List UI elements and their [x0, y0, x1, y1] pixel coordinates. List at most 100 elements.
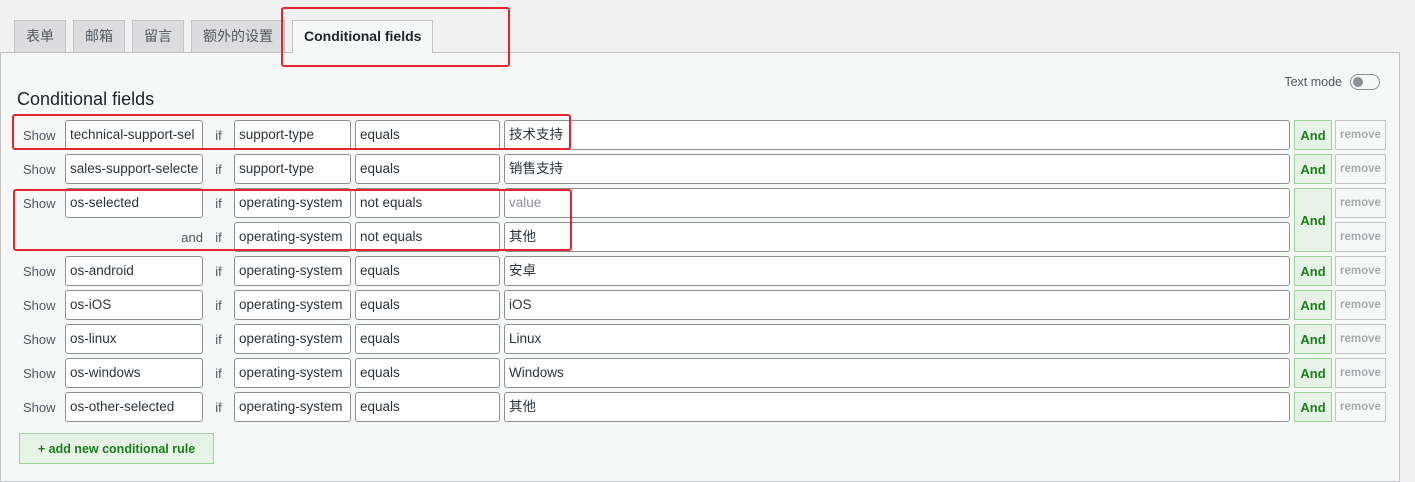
and-button[interactable]: And: [1294, 392, 1332, 422]
if-field-select[interactable]: support-type: [234, 154, 351, 184]
value-input[interactable]: iOS: [504, 290, 1290, 320]
toggle-knob: [1353, 77, 1363, 87]
operator-select[interactable]: equals: [355, 290, 500, 320]
operator-select[interactable]: equals: [355, 392, 500, 422]
rule-actions: And remove: [1294, 358, 1386, 388]
if-field-select[interactable]: operating-system: [234, 188, 351, 218]
if-label: if: [215, 263, 222, 279]
tab-conditional-fields[interactable]: Conditional fields: [292, 20, 434, 53]
and-button[interactable]: And: [1294, 358, 1332, 388]
if-field-select[interactable]: support-type: [234, 120, 351, 150]
tab-bar: 表单 邮箱 留言 额外的设置 Conditional fields: [14, 20, 440, 53]
operator-select[interactable]: equals: [355, 120, 500, 150]
show-label: Show: [23, 331, 56, 347]
and-button[interactable]: And: [1294, 188, 1332, 252]
condition-line: Show os-linux if operating-system equals Linu…: [13, 324, 1290, 354]
target-group-input[interactable]: technical-support-sel: [65, 120, 203, 150]
if-label: if: [215, 195, 222, 211]
rule-actions: And remove remove: [1294, 188, 1386, 252]
remove-button[interactable]: remove: [1335, 324, 1386, 354]
target-group-input[interactable]: sales-support-selecte: [65, 154, 203, 184]
value-input[interactable]: Windows: [504, 358, 1290, 388]
remove-buttons: remove: [1335, 358, 1386, 388]
and-button[interactable]: And: [1294, 154, 1332, 184]
condition-line: Show technical-support-sel if support-type e…: [13, 120, 1290, 150]
text-mode-label: Text mode: [1284, 75, 1342, 89]
tab-messages[interactable]: 留言: [132, 20, 184, 52]
conditional-rule: Show os-iOS if operating-system equals iOS And…: [13, 290, 1386, 320]
if-field-select[interactable]: operating-system: [234, 358, 351, 388]
value-input[interactable]: 技术支持: [504, 120, 1290, 150]
condition-line: Show os-iOS if operating-system equals iOS: [13, 290, 1290, 320]
rule-actions: And remove: [1294, 324, 1386, 354]
target-group-input[interactable]: os-linux: [65, 324, 203, 354]
tab-form[interactable]: 表单: [14, 20, 66, 52]
operator-select[interactable]: equals: [355, 256, 500, 286]
rule-actions: And remove: [1294, 290, 1386, 320]
show-label: Show: [23, 127, 56, 143]
target-group-input[interactable]: os-selected: [65, 188, 203, 218]
and-button[interactable]: And: [1294, 120, 1332, 150]
remove-button[interactable]: remove: [1335, 188, 1386, 218]
rule-actions: And remove: [1294, 154, 1386, 184]
target-group-input[interactable]: os-windows: [65, 358, 203, 388]
target-group-input[interactable]: os-other-selected: [65, 392, 203, 422]
show-label: Show: [23, 263, 56, 279]
remove-button[interactable]: remove: [1335, 222, 1386, 252]
text-mode-toggle[interactable]: [1350, 74, 1380, 90]
if-field-select[interactable]: operating-system: [234, 290, 351, 320]
show-label: Show: [23, 195, 56, 211]
remove-button[interactable]: remove: [1335, 290, 1386, 320]
value-input[interactable]: 其他: [504, 222, 1290, 252]
operator-select[interactable]: equals: [355, 324, 500, 354]
if-field-select[interactable]: operating-system: [234, 392, 351, 422]
rule-conditions: Show sales-support-selecte if support-type e…: [13, 154, 1290, 184]
remove-button[interactable]: remove: [1335, 392, 1386, 422]
target-group-input[interactable]: os-iOS: [65, 290, 203, 320]
and-button[interactable]: And: [1294, 256, 1332, 286]
if-label: if: [215, 297, 222, 313]
remove-buttons: remove remove: [1335, 188, 1386, 252]
conditional-rule: Show os-selected if operating-system not equ…: [13, 188, 1386, 252]
remove-buttons: remove: [1335, 324, 1386, 354]
operator-select[interactable]: not equals: [355, 188, 500, 218]
value-input[interactable]: 销售支持: [504, 154, 1290, 184]
remove-buttons: remove: [1335, 120, 1386, 150]
operator-select[interactable]: equals: [355, 358, 500, 388]
and-label: and: [181, 229, 203, 245]
remove-button[interactable]: remove: [1335, 256, 1386, 286]
tab-mail[interactable]: 邮箱: [73, 20, 125, 52]
value-input[interactable]: 安卓: [504, 256, 1290, 286]
condition-line: Show sales-support-selecte if support-type e…: [13, 154, 1290, 184]
and-button[interactable]: And: [1294, 290, 1332, 320]
conditional-rule: Show os-windows if operating-system equals Wi…: [13, 358, 1386, 388]
rule-actions: And remove: [1294, 120, 1386, 150]
tab-additional-settings[interactable]: 额外的设置: [191, 20, 285, 52]
rule-conditions: Show os-linux if operating-system equals Linu…: [13, 324, 1290, 354]
if-label: if: [215, 229, 222, 245]
if-field-select[interactable]: operating-system: [234, 222, 351, 252]
remove-button[interactable]: remove: [1335, 120, 1386, 150]
operator-select[interactable]: not equals: [355, 222, 500, 252]
operator-select[interactable]: equals: [355, 154, 500, 184]
rule-conditions: Show os-windows if operating-system equals Wi…: [13, 358, 1290, 388]
value-input[interactable]: Linux: [504, 324, 1290, 354]
show-label: Show: [23, 161, 56, 177]
remove-buttons: remove: [1335, 256, 1386, 286]
rule-conditions: Show os-other-selected if operating-system e…: [13, 392, 1290, 422]
remove-button[interactable]: remove: [1335, 154, 1386, 184]
rules-list: Show technical-support-sel if support-type e…: [13, 120, 1386, 426]
target-group-input[interactable]: os-android: [65, 256, 203, 286]
if-field-select[interactable]: operating-system: [234, 256, 351, 286]
if-label: if: [215, 161, 222, 177]
value-input[interactable]: value: [504, 188, 1290, 218]
remove-button[interactable]: remove: [1335, 358, 1386, 388]
add-conditional-rule-button[interactable]: + add new conditional rule: [19, 433, 214, 464]
and-button[interactable]: And: [1294, 324, 1332, 354]
text-mode-control: Text mode: [1284, 74, 1380, 90]
condition-line: and if operating-system not equals 其他: [13, 222, 1290, 252]
conditional-rule: Show os-linux if operating-system equals Linu…: [13, 324, 1386, 354]
remove-buttons: remove: [1335, 392, 1386, 422]
value-input[interactable]: 其他: [504, 392, 1290, 422]
if-field-select[interactable]: operating-system: [234, 324, 351, 354]
